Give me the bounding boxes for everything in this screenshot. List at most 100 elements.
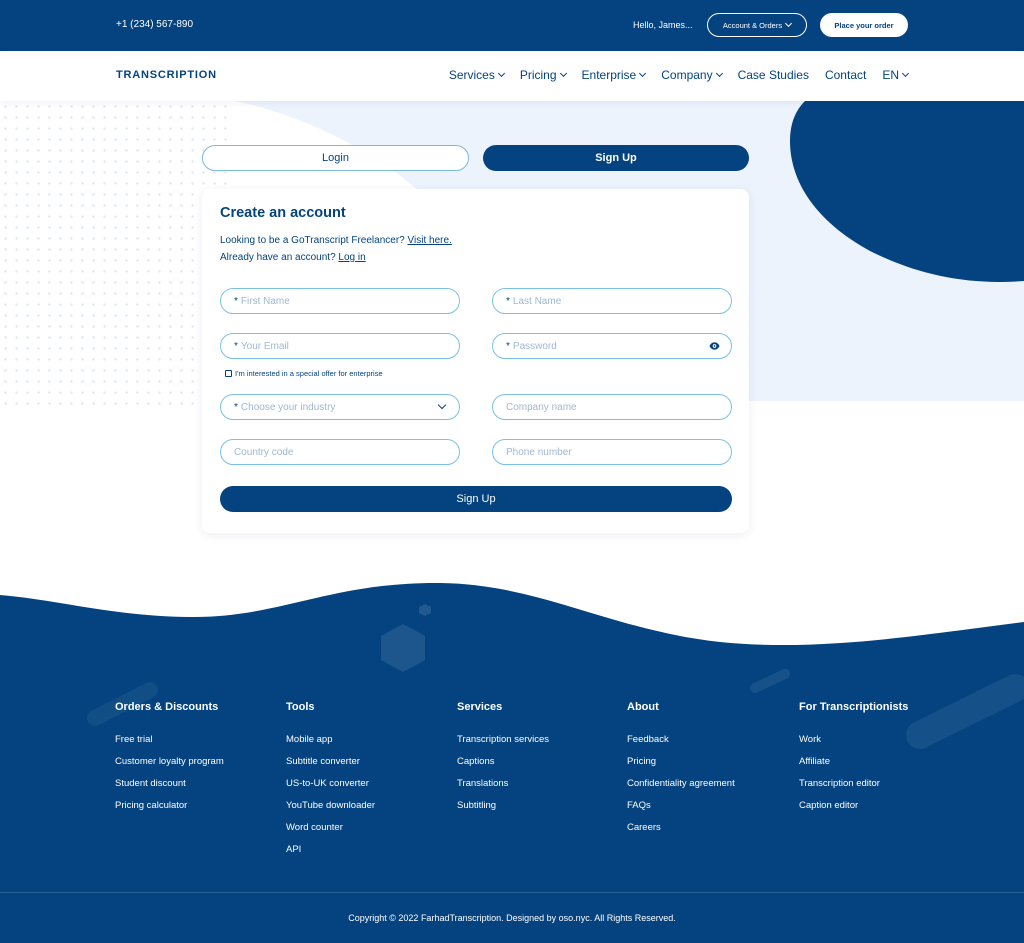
- login-prompt-text: Already have an account?: [220, 252, 336, 263]
- footer-link[interactable]: Careers: [627, 822, 735, 844]
- footer-col-tools: Tools Mobile app Subtitle converter US-t…: [286, 701, 375, 866]
- footer-link[interactable]: Affiliate: [799, 756, 908, 778]
- required-mark: *: [234, 295, 238, 307]
- site-logo[interactable]: TRANSCRIPTION: [116, 69, 217, 81]
- company-name-field[interactable]: Company name: [492, 394, 732, 420]
- phone-number[interactable]: +1 (234) 567-890: [116, 19, 193, 30]
- footer-link[interactable]: US-to-UK converter: [286, 778, 375, 800]
- footer-col-transcriptionists: For Transcriptionists Work Affiliate Tra…: [799, 701, 908, 822]
- required-mark: *: [506, 295, 510, 307]
- footer-col-title: About: [627, 701, 659, 713]
- footer-col-title: Tools: [286, 701, 315, 713]
- footer-col-services: Services Transcription services Captions…: [457, 701, 549, 822]
- nav-item-label: Services: [448, 68, 495, 82]
- required-mark: *: [506, 340, 510, 352]
- footer-col-orders: Orders & Discounts Free trial Customer l…: [115, 701, 224, 822]
- required-mark: *: [234, 340, 238, 352]
- footer-link[interactable]: Free trial: [115, 734, 224, 756]
- footer-link[interactable]: YouTube downloader: [286, 800, 375, 822]
- last-name-placeholder: Last Name: [512, 295, 562, 307]
- footer-col-title: Orders & Discounts: [115, 701, 219, 713]
- nav-item-label: Case Studies: [737, 68, 809, 82]
- footer-link[interactable]: Mobile app: [286, 734, 375, 756]
- chevron-down-icon: [715, 69, 723, 78]
- required-mark: *: [234, 401, 238, 413]
- country-code-field[interactable]: Country code: [220, 439, 460, 465]
- first-name-field[interactable]: * First Name: [220, 288, 460, 314]
- dot-pattern: [0, 101, 230, 411]
- freelancer-text: Looking to be a GoTranscript Freelancer?: [220, 235, 405, 246]
- chevron-down-icon: [639, 69, 647, 78]
- footer-link[interactable]: Transcription services: [457, 734, 549, 756]
- country-code-placeholder: Country code: [234, 446, 294, 458]
- footer-link[interactable]: Pricing: [627, 756, 735, 778]
- footer-col-title: For Transcriptionists: [799, 701, 909, 713]
- nav-item-case-studies[interactable]: Case Studies: [738, 68, 809, 82]
- phone-number-field[interactable]: Phone number: [492, 439, 732, 465]
- footer-link[interactable]: Subtitling: [457, 800, 549, 822]
- chevron-down-icon: [559, 69, 567, 78]
- copyright-text: Copyright © 2022 FarhadTranscription. De…: [348, 913, 676, 923]
- footer-link[interactable]: Transcription editor: [799, 778, 908, 800]
- chevron-down-icon: [497, 69, 505, 78]
- nav-item-enterprise[interactable]: Enterprise: [581, 68, 647, 82]
- password-field[interactable]: * Password: [492, 333, 732, 359]
- company-name-placeholder: Company name: [506, 401, 577, 413]
- enterprise-offer-label: I'm interested in a special offer for en…: [235, 369, 383, 378]
- nav-item-contact[interactable]: Contact: [825, 68, 866, 82]
- freelancer-link[interactable]: Visit here.: [408, 235, 452, 246]
- signup-card: Create an account Looking to be a GoTran…: [202, 189, 749, 533]
- login-link[interactable]: Log in: [338, 252, 365, 263]
- footer-link[interactable]: Customer loyalty program: [115, 756, 224, 778]
- footer-link[interactable]: Feedback: [627, 734, 735, 756]
- tab-signup[interactable]: Sign Up: [483, 145, 749, 171]
- language-selector[interactable]: EN: [882, 68, 910, 82]
- footer-link[interactable]: Student discount: [115, 778, 224, 800]
- signup-submit-button[interactable]: Sign Up: [220, 486, 732, 512]
- footer-link[interactable]: Captions: [457, 756, 549, 778]
- industry-select[interactable]: * Choose your industry: [220, 394, 460, 420]
- footer-link[interactable]: Word counter: [286, 822, 375, 844]
- nav-item-label: Pricing: [519, 68, 557, 82]
- eye-icon[interactable]: [709, 342, 720, 350]
- enterprise-offer-checkbox-row[interactable]: I'm interested in a special offer for en…: [225, 369, 383, 378]
- email-placeholder: Your Email: [240, 340, 289, 352]
- place-order-button[interactable]: Place your order: [820, 13, 908, 37]
- nav-item-services[interactable]: Services: [448, 68, 505, 82]
- tab-login[interactable]: Login: [202, 145, 469, 171]
- footer-col-title: Services: [457, 701, 503, 713]
- user-greeting: Hello, James...: [633, 20, 693, 30]
- nav-item-label: Company: [661, 68, 713, 82]
- footer-link[interactable]: Caption editor: [799, 800, 908, 822]
- nav-item-label: Enterprise: [581, 68, 637, 82]
- first-name-placeholder: First Name: [240, 295, 290, 307]
- nav-item-label: Contact: [824, 68, 867, 82]
- footer-link[interactable]: Confidentiality agreement: [627, 778, 735, 800]
- nav-item-company[interactable]: Company: [661, 68, 723, 82]
- chevron-down-icon: [785, 19, 793, 28]
- industry-placeholder: Choose your industry: [240, 401, 336, 413]
- footer-link[interactable]: API: [286, 844, 375, 866]
- last-name-field[interactable]: * Last Name: [492, 288, 732, 314]
- account-orders-button[interactable]: Account & Orders: [707, 13, 807, 37]
- footer-divider: [0, 892, 1024, 893]
- main-nav: TRANSCRIPTION Services Pricing Enterpris…: [0, 51, 1024, 101]
- chevron-down-icon: [901, 69, 910, 78]
- footer-link[interactable]: Pricing calculator: [115, 800, 224, 822]
- nav-menu: Services Pricing Enterprise Company Case…: [448, 68, 910, 82]
- account-orders-label: Account & Orders: [722, 20, 783, 30]
- footer-link[interactable]: Subtitle converter: [286, 756, 375, 778]
- enterprise-offer-checkbox[interactable]: [225, 370, 232, 377]
- phone-number-placeholder: Phone number: [506, 446, 572, 458]
- form-title: Create an account: [220, 205, 346, 221]
- password-placeholder: Password: [512, 340, 557, 352]
- language-label: EN: [882, 68, 899, 82]
- footer-link[interactable]: FAQs: [627, 800, 735, 822]
- footer-link[interactable]: Translations: [457, 778, 549, 800]
- email-field[interactable]: * Your Email: [220, 333, 460, 359]
- chevron-down-icon: [437, 400, 447, 410]
- top-bar: +1 (234) 567-890 Hello, James... Account…: [0, 0, 1024, 51]
- nav-item-pricing[interactable]: Pricing: [519, 68, 567, 82]
- footer-col-about: About Feedback Pricing Confidentiality a…: [627, 701, 735, 844]
- footer-link[interactable]: Work: [799, 734, 908, 756]
